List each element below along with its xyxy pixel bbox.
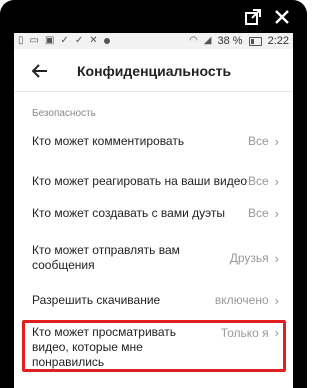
row-label: Кто может создавать с вами дуэты [32,205,225,220]
arrow-left-icon [32,64,47,78]
settings-row-messages[interactable]: Кто может отправлять вам сообщения Друзь… [14,242,293,274]
row-label: Кто может комментировать [32,133,185,148]
chevron-right-icon: › [274,133,279,149]
settings-row-comments[interactable]: Кто может комментировать Все › [14,130,293,152]
page-title: Конфиденциальность [77,63,232,79]
row-value-group: Все › [248,134,279,149]
row-value: Все [247,174,269,188]
row-value: включено [214,293,269,307]
header-divider [14,91,293,92]
row-value-group: Друзья › [230,251,279,266]
external-link-icon[interactable] [244,8,262,26]
row-value-group: включено › [215,293,279,308]
row-value: Все [247,134,269,148]
status-left: ▯ ▭ ▣ ✓ ✓ ✕ [18,36,110,46]
status-right: ◠ ◢ 38 % 2:22 [189,35,289,47]
chevron-right-icon: › [274,173,279,189]
settings-row-download[interactable]: Разрешить скачивание включено › [14,289,293,311]
settings-row-duets[interactable]: Кто может создавать с вами дуэты Все › [14,202,293,224]
row-label: Разрешить скачивание [32,292,161,307]
row-value-group: Все › [248,206,279,221]
chevron-right-icon: › [274,205,279,221]
chevron-right-icon: › [274,250,279,266]
row-value: Друзья [229,251,269,265]
row-label: Кто может реагировать на ваши видео [32,173,248,188]
row-label: Кто может отправлять вам сообщения [32,243,180,272]
chevron-right-icon: › [274,292,279,308]
highlight-box [22,320,286,372]
header: Конфиденциальность [14,52,293,90]
muted-status-icon: ✕ [89,35,98,46]
check-status-icon: ✓ [60,35,69,46]
battery-icon [248,36,262,46]
back-button[interactable] [30,61,50,81]
phone-status-icon: ▯ [18,35,24,46]
check-status-icon-2: ✓ [74,35,84,46]
row-value-group: Все › [248,174,279,189]
notification-dot-icon [103,38,110,44]
settings-row-reactions[interactable]: Кто может реагировать на ваши видео Все … [14,170,293,192]
status-time: 2:22 [267,35,289,47]
row-value: Все [247,206,269,220]
wifi-icon: ◠ [189,35,198,46]
signal-icon: ◢ [203,35,212,46]
status-bar: ▯ ▭ ▣ ✓ ✓ ✕ ◠ ◢ 38 % 2:22 [14,33,293,49]
screen-status-icon: ▭ [29,35,39,46]
cast-status-icon: ▣ [44,35,55,46]
close-icon[interactable] [273,8,291,26]
section-label: Безопасность [32,108,96,119]
battery-percent: 38 % [217,35,243,47]
